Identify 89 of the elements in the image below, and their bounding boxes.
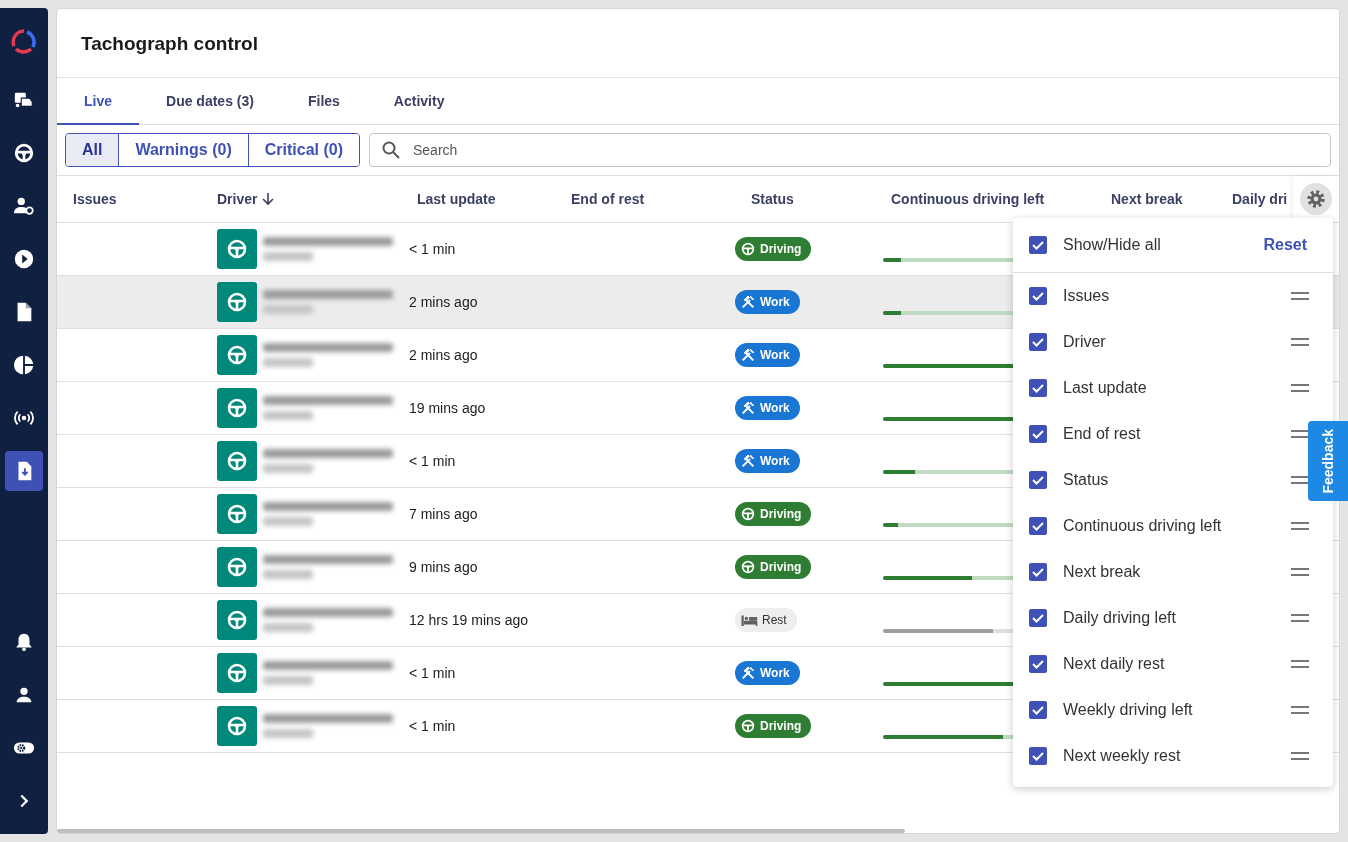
menu-label: Daily driving left [1063,609,1177,627]
column-header[interactable]: End of rest [555,191,735,207]
checkbox[interactable] [1029,333,1047,351]
page-title: Tachograph control [80,32,259,56]
column-header[interactable]: Status [735,191,875,207]
tab[interactable]: Due dates (3) [139,78,281,125]
play-icon [13,248,35,270]
menu-label: Last update [1063,379,1148,397]
table-cell-text: 12 hrs 19 mins ago [408,612,530,628]
status-badge: Work [735,661,800,685]
status-badge: Work [735,449,800,473]
checkbox[interactable] [1029,701,1047,719]
sidebar-item[interactable] [5,451,43,491]
scrollbar[interactable] [57,829,905,833]
tools-icon [740,453,756,469]
tools-icon [740,347,756,363]
tools-icon [740,665,756,681]
menu-label: Driver [1063,333,1107,351]
drag-handle-icon[interactable] [1291,614,1309,622]
checkbox[interactable] [1029,471,1047,489]
search-icon [382,141,400,159]
steering-wheel-icon [740,241,756,257]
table-cell-text: 19 mins ago [408,400,487,416]
checkbox[interactable] [1029,609,1047,627]
menu-label: Continuous driving left [1063,517,1223,535]
checkbox[interactable] [1029,236,1047,254]
column-header[interactable]: Issues [57,191,201,207]
tab[interactable]: Files [280,78,367,125]
status-badge: Work [735,343,800,367]
column-header[interactable]: Continuous driving left [875,191,1095,207]
drag-handle-icon[interactable] [1291,660,1309,668]
gear-icon [1305,188,1327,210]
status-badge: Driving [735,714,812,738]
checkbox[interactable] [1029,425,1047,443]
drag-handle-icon[interactable] [1291,752,1309,760]
tools-icon [740,294,756,310]
drag-handle-icon[interactable] [1291,568,1309,576]
table-cell-text: 2 mins ago [408,347,479,363]
table-cell-text: 2 mins ago [408,294,479,310]
tools-icon [740,400,756,416]
steering-wheel-icon [740,506,756,522]
drag-handle-icon[interactable] [1291,522,1309,530]
driver-icon [13,195,35,217]
sort-arrow-icon [261,192,276,206]
table-cell-text: < 1 min [408,453,457,469]
status-badge: Work [735,290,800,314]
table-cell-text: < 1 min [408,665,457,681]
table-cell-text: < 1 min [408,718,457,734]
filter-button[interactable]: Critical (0) [247,134,359,166]
settings-button[interactable] [1300,183,1332,215]
menu-label: Issues [1063,287,1111,305]
table-cell-text: 9 mins ago [408,559,479,575]
drag-handle-icon[interactable] [1291,292,1309,300]
tab[interactable]: Activity [366,78,472,125]
checkbox[interactable] [1029,747,1047,765]
drag-handle-icon[interactable] [1291,384,1309,392]
menu-label: Show/Hide all [1063,236,1162,254]
steering-wheel-icon [740,559,756,575]
tab[interactable]: Live [57,78,139,125]
menu-label: Status [1063,471,1110,489]
menu-label: Weekly driving left [1063,701,1194,719]
status-badge: Rest [735,608,797,632]
column-header[interactable]: Last update [401,191,555,207]
menu-label: Next break [1063,563,1142,581]
drag-handle-icon[interactable] [1291,338,1309,346]
search-field[interactable]: Search [369,133,1331,167]
table-cell-text: < 1 min [408,241,457,257]
logo-icon [10,28,38,56]
table-cell-text: 7 mins ago [408,506,479,522]
status-badge: Driving [735,237,812,261]
drag-handle-icon[interactable] [1291,706,1309,714]
steering-wheel-icon [740,718,756,734]
column-header[interactable]: Driver [201,191,401,207]
status-badge: Driving [735,555,812,579]
checkbox[interactable] [1029,655,1047,673]
reset-button[interactable]: Reset [1263,236,1317,254]
wheel-icon [13,142,35,164]
checkbox[interactable] [1029,517,1047,535]
checkbox[interactable] [1029,287,1047,305]
column-header[interactable]: Daily dri [1220,191,1293,207]
menu-label: Next daily rest [1063,655,1166,673]
checkbox[interactable] [1029,379,1047,397]
checkbox[interactable] [1029,563,1047,581]
chart-icon [13,354,35,376]
status-badge: Work [735,396,800,420]
filter-button[interactable]: All [66,134,119,166]
status-badge: Driving [735,502,812,526]
feedback-button[interactable]: Feedback [1308,421,1348,501]
column-header[interactable]: Next break [1095,191,1220,207]
